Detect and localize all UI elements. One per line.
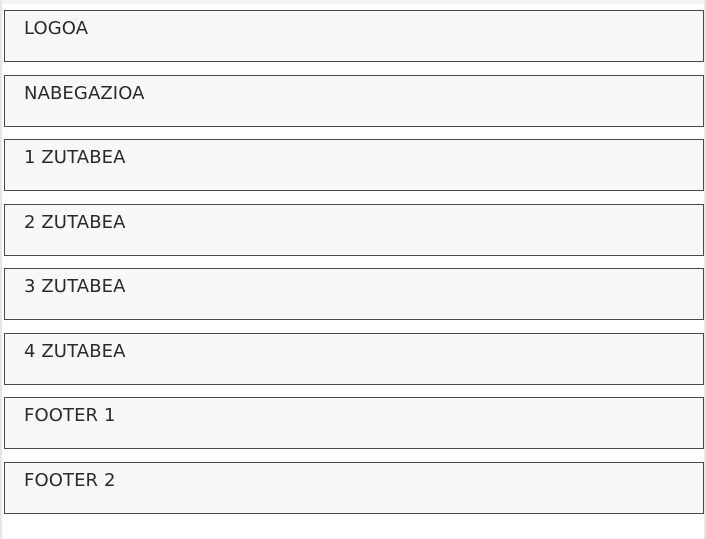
- left-divider: [0, 0, 2, 539]
- logo-block: LOGOA: [4, 10, 704, 62]
- navigation-block: NABEGAZIOA: [4, 74, 704, 127]
- column-2-block: 2 ZUTABEA: [4, 203, 704, 256]
- column-4-block: 4 ZUTABEA: [4, 332, 704, 385]
- top-divider: [0, 0, 706, 4]
- layout-wireframe-page: LOGOA NABEGAZIOA 1 ZUTABEA 2 ZUTABEA 3 Z…: [0, 0, 706, 539]
- footer-2-block: FOOTER 2: [4, 461, 704, 514]
- block-stack: LOGOA NABEGAZIOA 1 ZUTABEA 2 ZUTABEA 3 Z…: [4, 10, 704, 526]
- column-1-block: 1 ZUTABEA: [4, 139, 704, 191]
- column-3-block: 3 ZUTABEA: [4, 268, 704, 320]
- footer-1-block: FOOTER 1: [4, 397, 704, 449]
